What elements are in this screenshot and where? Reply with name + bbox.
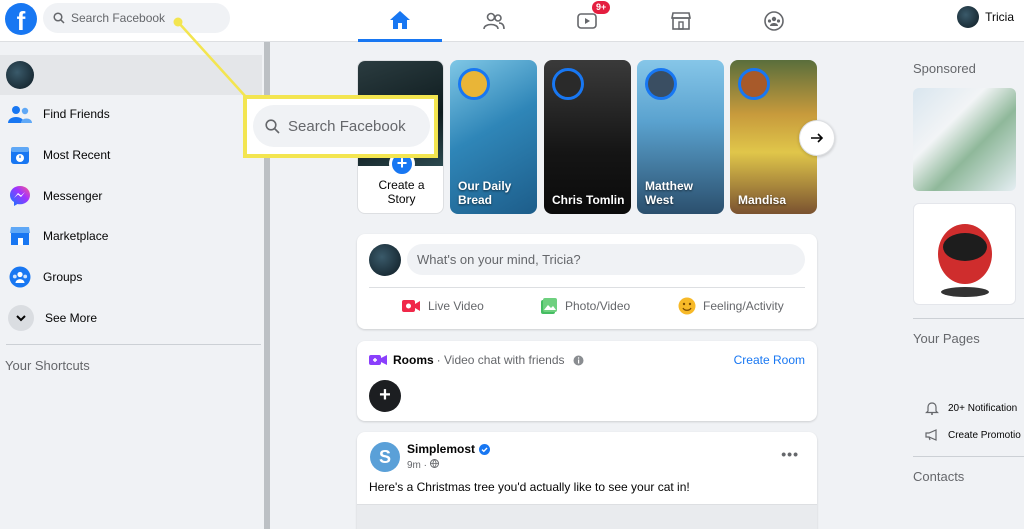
left-sidebar: Find Friends Most Recent Messenger Marke…	[0, 42, 265, 529]
notifications-link[interactable]: 20+ Notification	[925, 401, 1017, 415]
friends-icon	[483, 12, 505, 30]
avatar	[957, 6, 980, 28]
photo-icon	[541, 298, 557, 314]
sidebar-profile-link[interactable]	[0, 55, 262, 95]
arrow-right-icon	[811, 133, 824, 143]
sidebar-item-most-recent[interactable]: Most Recent	[8, 140, 110, 170]
bell-icon	[925, 402, 939, 415]
sidebar-item-label: Most Recent	[43, 148, 111, 162]
friends-tab[interactable]	[452, 0, 536, 42]
sidebar-item-label: Find Friends	[43, 107, 110, 121]
groups-tab[interactable]	[732, 0, 816, 42]
sidebar-item-label: Groups	[43, 270, 83, 284]
avatar	[645, 68, 677, 100]
top-navigation-bar: f Search Facebook 9+ Tricia	[0, 0, 1024, 42]
story-card[interactable]: Our Daily Bread	[450, 60, 537, 214]
marketplace-icon	[8, 224, 32, 248]
search-placeholder: Search Facebook	[71, 11, 166, 25]
story-card[interactable]: Matthew West	[637, 60, 724, 214]
stories-next-button[interactable]	[799, 120, 835, 156]
product-image	[938, 224, 992, 297]
post-author[interactable]: Simplemost	[407, 442, 491, 456]
create-promotion-link[interactable]: Create Promotio	[925, 429, 1021, 441]
avatar	[552, 68, 584, 100]
avatar	[369, 244, 401, 276]
avatar	[738, 68, 770, 100]
page-avatar[interactable]: S	[370, 442, 400, 472]
divider	[369, 287, 805, 288]
rooms-card: Rooms · Video chat with friends Create R…	[357, 341, 817, 421]
sidebar-item-groups[interactable]: Groups	[8, 262, 82, 292]
sponsored-ad-image[interactable]	[913, 203, 1016, 305]
story-caption: Create a Story	[378, 178, 425, 206]
live-video-button[interactable]: Live Video	[401, 294, 484, 318]
marketplace-tab[interactable]	[639, 0, 723, 42]
megaphone-icon	[925, 429, 937, 441]
groups-icon	[764, 11, 784, 31]
story-caption: Mandisa	[738, 193, 787, 207]
sidebar-item-find-friends[interactable]: Find Friends	[8, 99, 110, 129]
sidebar-divider	[6, 344, 261, 345]
right-divider	[913, 318, 1024, 319]
user-name: Tricia	[985, 10, 1014, 24]
profile-chip[interactable]: Tricia	[957, 6, 1014, 28]
wheat-logo-icon	[458, 68, 490, 100]
post-text: Here's a Christmas tree you'd actually l…	[369, 480, 690, 494]
search-highlight-callout: Search Facebook	[243, 95, 438, 158]
whats-on-your-mind-input[interactable]: What's on your mind, Tricia?	[407, 244, 805, 275]
globe-icon	[429, 459, 439, 469]
sidebar-item-label: Marketplace	[43, 229, 109, 243]
chevron-down-icon	[8, 305, 34, 331]
post-timestamp[interactable]: 9m ·	[407, 459, 439, 471]
sponsored-heading: Sponsored	[913, 61, 976, 76]
watch-icon	[577, 13, 597, 29]
search-icon	[53, 12, 65, 24]
verified-badge-icon	[479, 443, 491, 455]
sidebar-item-marketplace[interactable]: Marketplace	[8, 221, 108, 251]
sidebar-item-messenger[interactable]: Messenger	[8, 181, 102, 211]
post-image[interactable]	[357, 504, 817, 529]
more-options-icon[interactable]: •••	[781, 446, 799, 462]
create-room-link[interactable]: Create Room	[734, 353, 805, 367]
live-video-icon	[402, 300, 420, 312]
feeling-activity-button[interactable]: Feeling/Activity	[678, 294, 784, 318]
messenger-icon	[8, 184, 32, 208]
story-caption: Our Daily Bread	[458, 179, 512, 207]
most-recent-icon	[8, 143, 32, 167]
right-divider	[913, 456, 1024, 457]
contacts-heading: Contacts	[913, 469, 965, 484]
home-tab[interactable]	[358, 0, 442, 42]
watch-tab[interactable]: 9+	[545, 0, 629, 42]
search-icon	[265, 118, 280, 134]
home-icon	[390, 10, 410, 29]
story-caption: Matthew West	[645, 179, 693, 207]
sidebar-item-label: Messenger	[43, 189, 103, 203]
feed-post: S Simplemost 9m · ••• Here's a Christmas…	[357, 432, 817, 529]
add-room-button[interactable]: +	[369, 380, 401, 412]
search-placeholder: Search Facebook	[288, 117, 406, 135]
shortcuts-heading: Your Shortcuts	[5, 358, 90, 373]
info-icon[interactable]	[573, 355, 584, 366]
rooms-title: Rooms · Video chat with friends	[369, 353, 584, 367]
friends-icon	[8, 102, 32, 126]
smiley-icon	[678, 297, 696, 315]
groups-icon	[8, 265, 32, 289]
search-bar[interactable]: Search Facebook	[43, 3, 230, 33]
your-pages-heading: Your Pages	[913, 331, 980, 346]
search-bar-zoomed[interactable]: Search Facebook	[253, 105, 430, 147]
create-post-card: What's on your mind, Tricia? Live Video …	[357, 234, 817, 329]
avatar	[6, 61, 34, 89]
sponsored-ad-image[interactable]	[913, 88, 1016, 191]
watch-notification-badge: 9+	[592, 1, 611, 14]
story-caption: Chris Tomlin	[552, 193, 625, 207]
sidebar-item-label: See More	[45, 311, 98, 325]
store-icon	[671, 12, 691, 30]
sidebar-item-see-more[interactable]: See More	[8, 303, 97, 333]
video-camera-icon	[369, 355, 387, 365]
photo-video-button[interactable]: Photo/Video	[540, 294, 630, 318]
facebook-logo[interactable]: f	[5, 3, 37, 35]
story-card[interactable]: Chris Tomlin	[544, 60, 631, 214]
